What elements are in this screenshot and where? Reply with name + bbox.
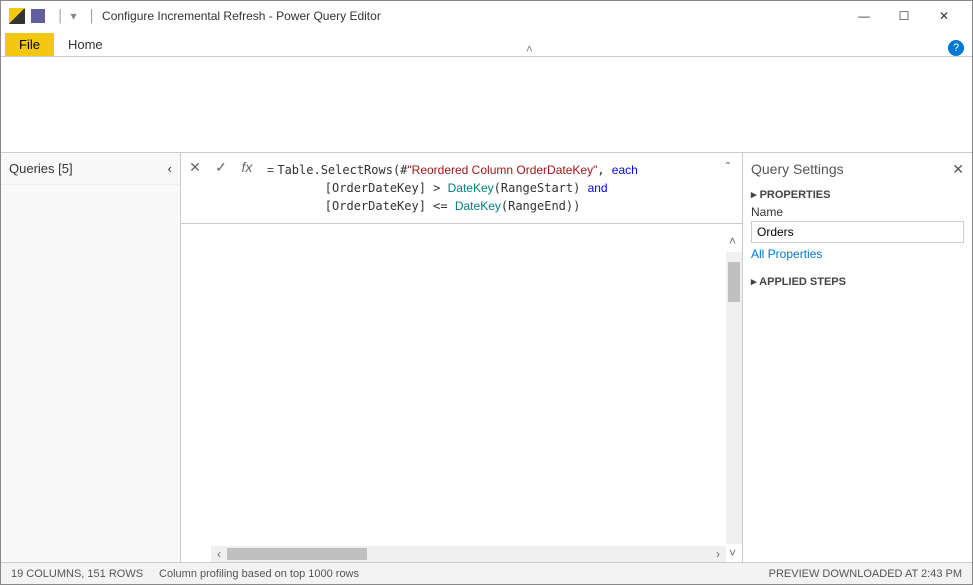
menu-tab-home[interactable]: Home <box>54 33 117 56</box>
status-columns-rows: 19 COLUMNS, 151 ROWS <box>11 568 143 580</box>
ribbon <box>1 57 972 153</box>
dropdown-icon[interactable]: ▾ <box>71 9 77 23</box>
queries-header: Queries [5] ‹ <box>1 153 180 185</box>
minimize-button[interactable]: — <box>844 2 884 30</box>
query-settings-pane: Query Settings ✕ ▸ PROPERTIES Name All P… <box>742 153 972 562</box>
collapse-icon[interactable]: ‹ <box>168 161 172 176</box>
menu-file[interactable]: File <box>5 33 54 56</box>
editor-center: ✕ ✓ fx = Table.SelectRows(#"Reordered Co… <box>181 153 742 562</box>
query-name-input[interactable] <box>751 221 964 243</box>
data-grid[interactable]: ˄ ˅ ‹ › <box>181 224 742 562</box>
window-title: Configure Incremental Refresh - Power Qu… <box>102 9 381 23</box>
status-preview-time: PREVIEW DOWNLOADED AT 2:43 PM <box>769 568 962 580</box>
expand-formula-icon[interactable]: ˆ <box>718 157 738 177</box>
formula-text[interactable]: = Table.SelectRows(#"Reordered Column Or… <box>263 157 712 219</box>
formula-bar: ✕ ✓ fx = Table.SelectRows(#"Reordered Co… <box>181 153 742 224</box>
settings-title: Query Settings <box>751 161 844 178</box>
status-bar: 19 COLUMNS, 151 ROWS Column profiling ba… <box>1 562 972 584</box>
help-icon[interactable]: ? <box>948 40 964 56</box>
status-profiling: Column profiling based on top 1000 rows <box>159 568 359 580</box>
separator: │ <box>89 9 97 23</box>
ribbon-collapse-icon[interactable]: ˄ <box>526 42 533 56</box>
applied-steps-label: ▸ APPLIED STEPS <box>751 275 964 288</box>
save-icon[interactable] <box>31 9 45 23</box>
cancel-formula-icon[interactable]: ✕ <box>185 157 205 177</box>
name-label: Name <box>751 205 964 219</box>
fx-icon[interactable]: fx <box>237 157 257 177</box>
queries-pane: Queries [5] ‹ <box>1 153 181 562</box>
close-button[interactable]: ✕ <box>924 2 964 30</box>
app-icon <box>9 8 25 24</box>
properties-label: ▸ PROPERTIES <box>751 188 964 201</box>
main-area: Queries [5] ‹ ✕ ✓ fx = Table.SelectRows(… <box>1 153 972 562</box>
vertical-scrollbar[interactable]: ˄ ˅ <box>726 252 742 544</box>
maximize-button[interactable]: ☐ <box>884 2 924 30</box>
accept-formula-icon[interactable]: ✓ <box>211 157 231 177</box>
separator: │ <box>57 9 65 23</box>
menu-bar: File Home ˄ ? <box>1 31 972 57</box>
queries-title: Queries [5] <box>9 161 73 176</box>
horizontal-scrollbar[interactable]: ‹ › <box>211 546 726 562</box>
close-settings-icon[interactable]: ✕ <box>952 161 964 178</box>
title-bar: │ ▾ │ Configure Incremental Refresh - Po… <box>1 1 972 31</box>
all-properties-link[interactable]: All Properties <box>751 247 964 261</box>
